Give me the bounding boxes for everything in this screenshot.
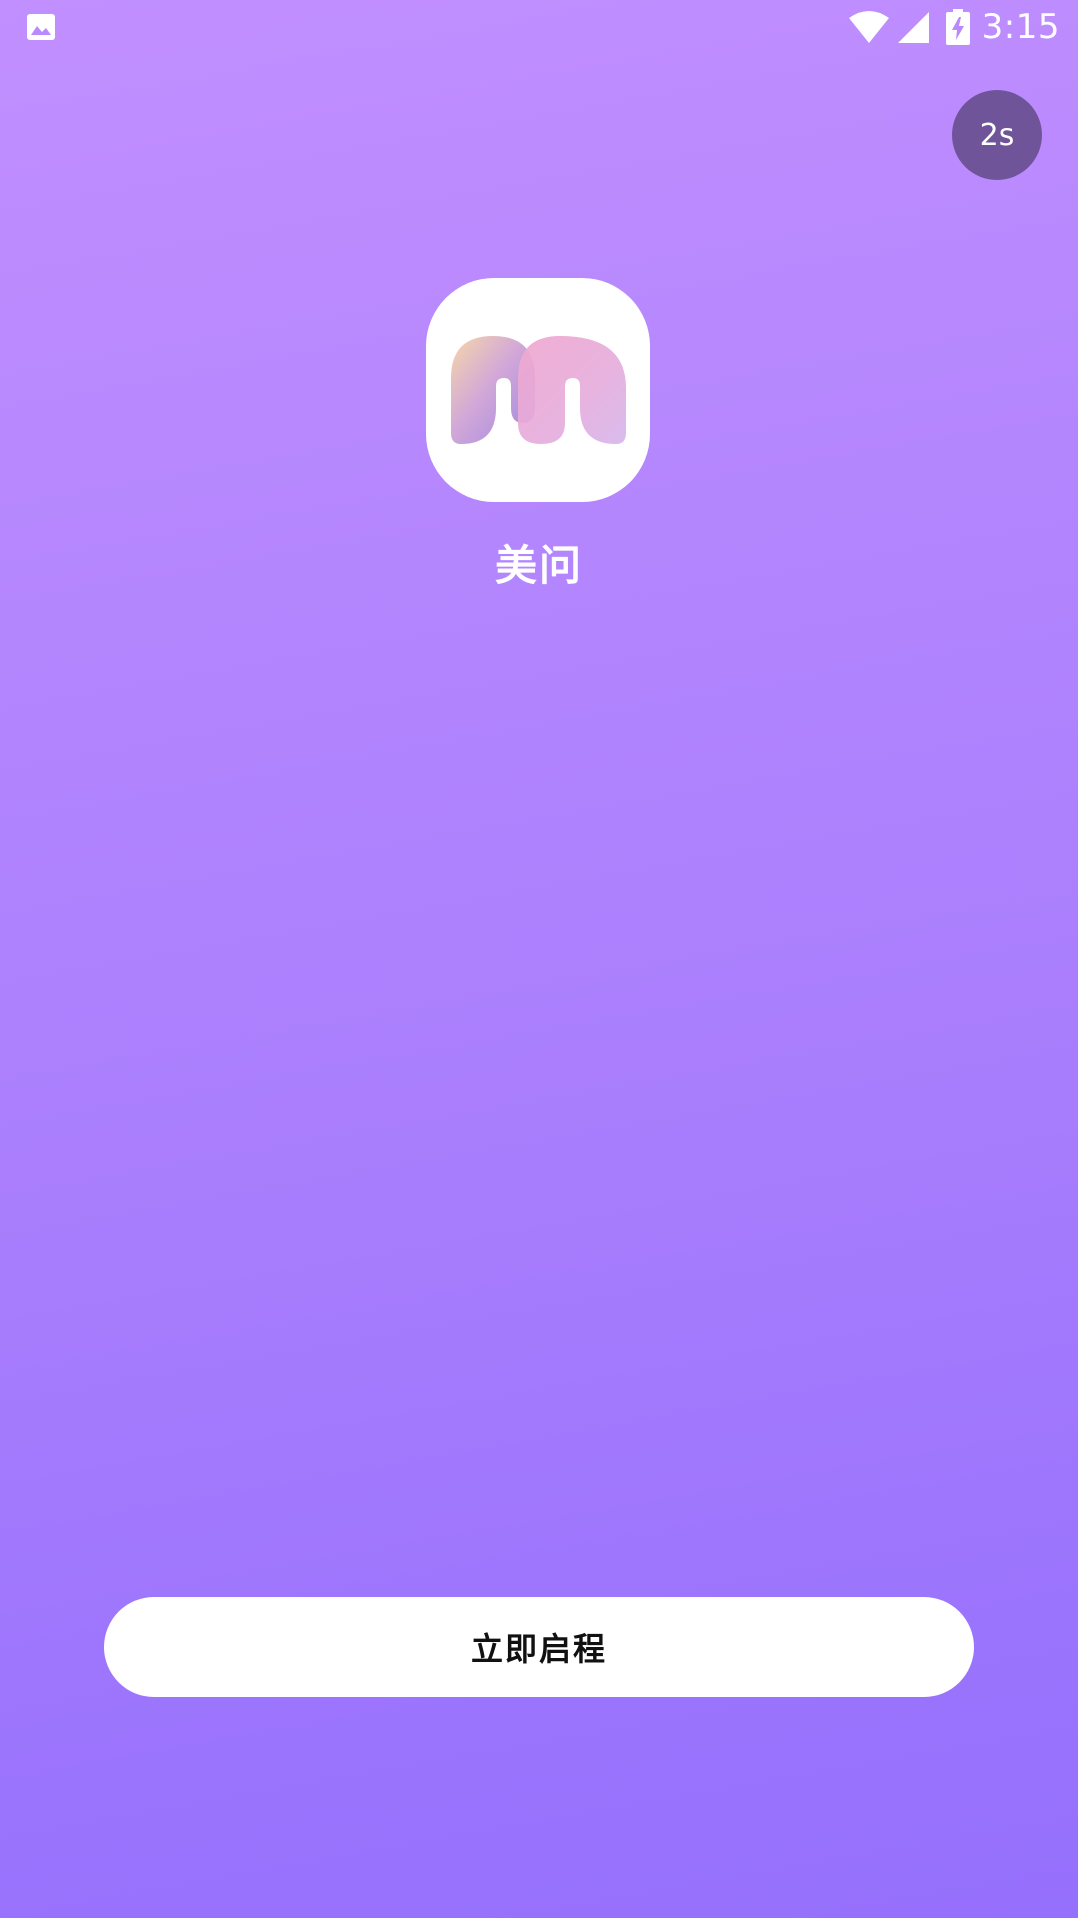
gallery-icon — [27, 14, 55, 40]
logo-graphic — [451, 336, 626, 444]
start-button[interactable]: 立即启程 — [104, 1597, 974, 1697]
battery-charging-icon — [945, 9, 970, 45]
signal-icon — [897, 12, 929, 43]
status-bar: 3:15 — [0, 0, 1078, 54]
wifi-icon — [848, 11, 889, 43]
skip-countdown-button[interactable]: 2s — [952, 90, 1042, 180]
status-time: 3:15 — [981, 7, 1060, 47]
m-logo-icon — [426, 278, 650, 502]
app-name: 美问 — [494, 541, 583, 590]
status-icons: 3:15 — [848, 6, 1060, 48]
